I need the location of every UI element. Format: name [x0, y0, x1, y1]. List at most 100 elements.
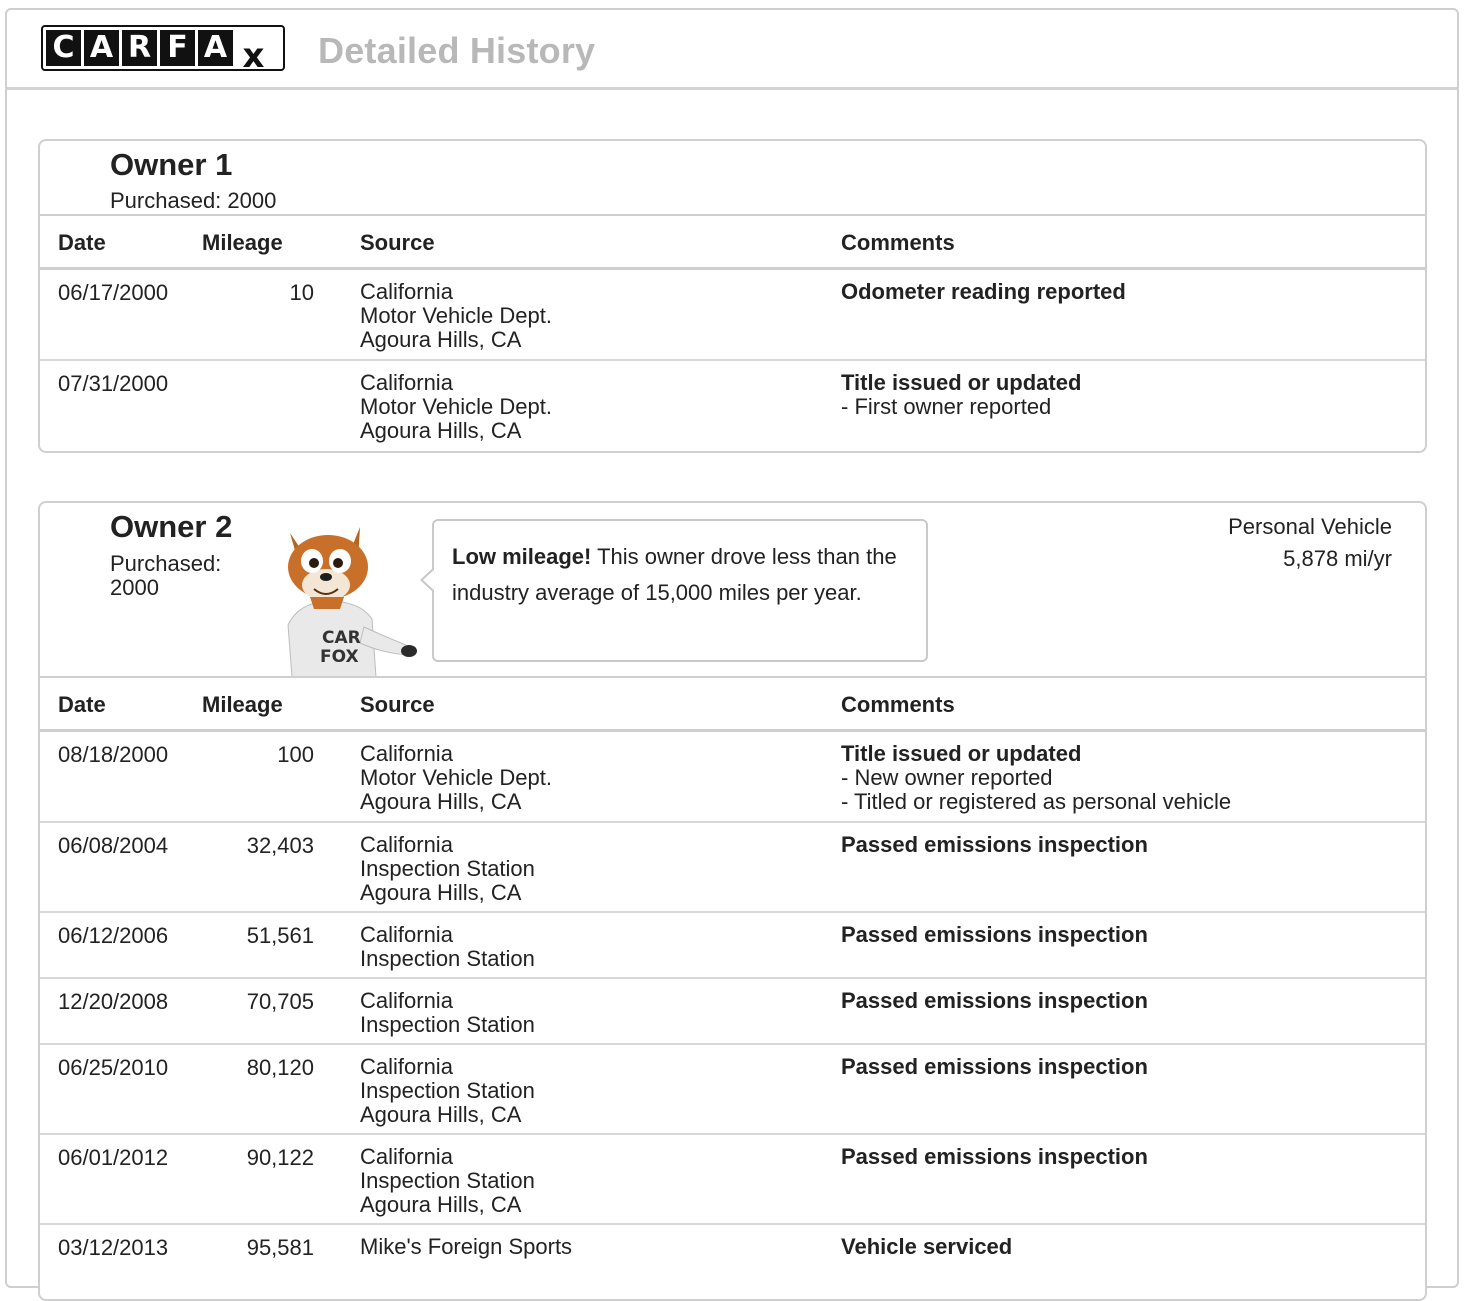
page-title: Detailed History	[318, 30, 596, 71]
row-source: California Motor Vehicle Dept. Agoura Hi…	[360, 371, 552, 443]
logo-letter: A	[198, 30, 233, 66]
source-line: California	[360, 1144, 453, 1169]
row-mileage: 90,122	[246, 1145, 314, 1170]
row-mileage: 51,561	[246, 923, 314, 948]
logo-letter: R	[122, 30, 157, 66]
row-comments: Title issued or updated - New owner repo…	[841, 742, 1231, 814]
comment-main: Title issued or updated	[841, 741, 1082, 766]
column-header-source: Source	[360, 692, 435, 717]
source-line: California	[360, 741, 453, 766]
comment-detail: - First owner reported	[841, 394, 1052, 419]
row-mileage: 100	[277, 742, 314, 767]
table-row: 06/25/2010 80,120 California Inspection …	[40, 1045, 1425, 1135]
vehicle-type: Personal Vehicle	[1228, 514, 1392, 539]
logo-letter-x: x	[236, 30, 271, 73]
row-comments: Odometer reading reported	[841, 280, 1126, 304]
row-comments: Title issued or updated - First owner re…	[841, 371, 1081, 419]
row-source: California Inspection Station Agoura Hil…	[360, 833, 535, 905]
source-line: Motor Vehicle Dept.	[360, 394, 552, 419]
row-comments: Passed emissions inspection	[841, 1055, 1148, 1079]
row-mileage: 10	[289, 280, 314, 305]
comment-main: Odometer reading reported	[841, 279, 1126, 304]
row-source: California Inspection Station	[360, 923, 535, 971]
source-line: Agoura Hills, CA	[360, 327, 522, 352]
table-row: 12/20/2008 70,705 California Inspection …	[40, 979, 1425, 1045]
source-line: Agoura Hills, CA	[360, 880, 522, 905]
row-date: 06/25/2010	[58, 1055, 169, 1080]
table-header: Date Mileage Source Comments	[40, 214, 1425, 270]
vehicle-usage-summary: Personal Vehicle 5,878 mi/yr	[1228, 511, 1392, 575]
comment-main: Passed emissions inspection	[841, 922, 1148, 947]
source-line: Agoura Hills, CA	[360, 789, 522, 814]
row-mileage: 80,120	[246, 1055, 314, 1080]
logo-letter: A	[84, 30, 119, 66]
comment-main: Title issued or updated	[841, 370, 1082, 395]
row-comments: Passed emissions inspection	[841, 923, 1148, 947]
fox-shirt-text: CAR	[322, 628, 361, 648]
source-line: Agoura Hills, CA	[360, 418, 522, 443]
source-line: Inspection Station	[360, 856, 535, 881]
source-line: California	[360, 832, 453, 857]
source-line: Inspection Station	[360, 1078, 535, 1103]
source-line: Motor Vehicle Dept.	[360, 765, 552, 790]
row-date: 06/08/2004	[58, 833, 169, 858]
logo-letter: F	[160, 30, 195, 66]
table-row: 06/01/2012 90,122 California Inspection …	[40, 1135, 1425, 1225]
comment-main: Passed emissions inspection	[841, 1054, 1148, 1079]
source-line: Mike's Foreign Sports	[360, 1234, 573, 1259]
column-header-comments: Comments	[841, 692, 955, 717]
row-mileage: 95,581	[246, 1235, 314, 1260]
source-line: Agoura Hills, CA	[360, 1192, 522, 1217]
purchased-info: Purchased: 2000	[110, 188, 277, 213]
row-comments: Passed emissions inspection	[841, 989, 1148, 1013]
comment-detail: - New owner reported	[841, 765, 1053, 790]
annual-mileage: 5,878 mi/yr	[1283, 546, 1392, 571]
row-source: California Motor Vehicle Dept. Agoura Hi…	[360, 742, 552, 814]
source-line: California	[360, 922, 453, 947]
table-header: Date Mileage Source Comments	[40, 676, 1425, 732]
row-source: California Inspection Station Agoura Hil…	[360, 1055, 535, 1127]
row-comments: Passed emissions inspection	[841, 1145, 1148, 1169]
low-mileage-callout: Low mileage! This owner drove less than …	[420, 519, 928, 662]
row-source: California Inspection Station Agoura Hil…	[360, 1145, 535, 1217]
table-row: 08/18/2000 100 California Motor Vehicle …	[40, 732, 1425, 823]
column-header-mileage: Mileage	[202, 230, 283, 255]
table-row: 03/12/2013 95,581 Mike's Foreign Sports …	[40, 1225, 1425, 1299]
row-source: California Inspection Station	[360, 989, 535, 1037]
comment-main: Vehicle serviced	[841, 1234, 1013, 1259]
carfax-logo[interactable]: C A R F A x	[41, 25, 285, 73]
logo-letter: x	[242, 36, 265, 76]
source-line: Inspection Station	[360, 1012, 535, 1037]
column-header-date: Date	[58, 692, 106, 717]
column-header-date: Date	[58, 230, 106, 255]
callout-highlight: Low mileage!	[452, 544, 592, 569]
comment-detail: - Titled or registered as personal vehic…	[841, 789, 1232, 814]
row-mileage: 70,705	[246, 989, 314, 1014]
row-date: 06/01/2012	[58, 1145, 169, 1170]
owner-1-card: Owner 1 Purchased: 2000 Date Mileage Sou…	[38, 139, 1427, 453]
table-row: 06/08/2004 32,403 California Inspection …	[40, 823, 1425, 913]
logo-letter: C	[46, 30, 81, 66]
table-row: 07/31/2000 California Motor Vehicle Dept…	[40, 361, 1425, 451]
table-row: 06/12/2006 51,561 California Inspection …	[40, 913, 1425, 979]
comment-main: Passed emissions inspection	[841, 832, 1148, 857]
source-line: Motor Vehicle Dept.	[360, 303, 552, 328]
purchased-info: Purchased: 2000	[110, 552, 221, 600]
row-mileage: 32,403	[246, 833, 314, 858]
source-line: California	[360, 988, 453, 1013]
row-date: 06/17/2000	[58, 280, 169, 305]
row-source: Mike's Foreign Sports	[360, 1235, 572, 1259]
source-line: California	[360, 279, 453, 304]
purchased-year: 2000	[110, 575, 159, 600]
row-comments: Vehicle serviced	[841, 1235, 1012, 1259]
report-header: C A R F A x Detailed History	[7, 10, 1457, 90]
carfox-mascot-image: CAR FOX	[287, 527, 417, 677]
comment-main: Passed emissions inspection	[841, 988, 1148, 1013]
table-row: 06/17/2000 10 California Motor Vehicle D…	[40, 270, 1425, 361]
column-header-comments: Comments	[841, 230, 955, 255]
column-header-mileage: Mileage	[202, 692, 283, 717]
source-line: Inspection Station	[360, 946, 535, 971]
row-date: 03/12/2013	[58, 1235, 169, 1260]
row-date: 06/12/2006	[58, 923, 169, 948]
source-line: California	[360, 370, 453, 395]
